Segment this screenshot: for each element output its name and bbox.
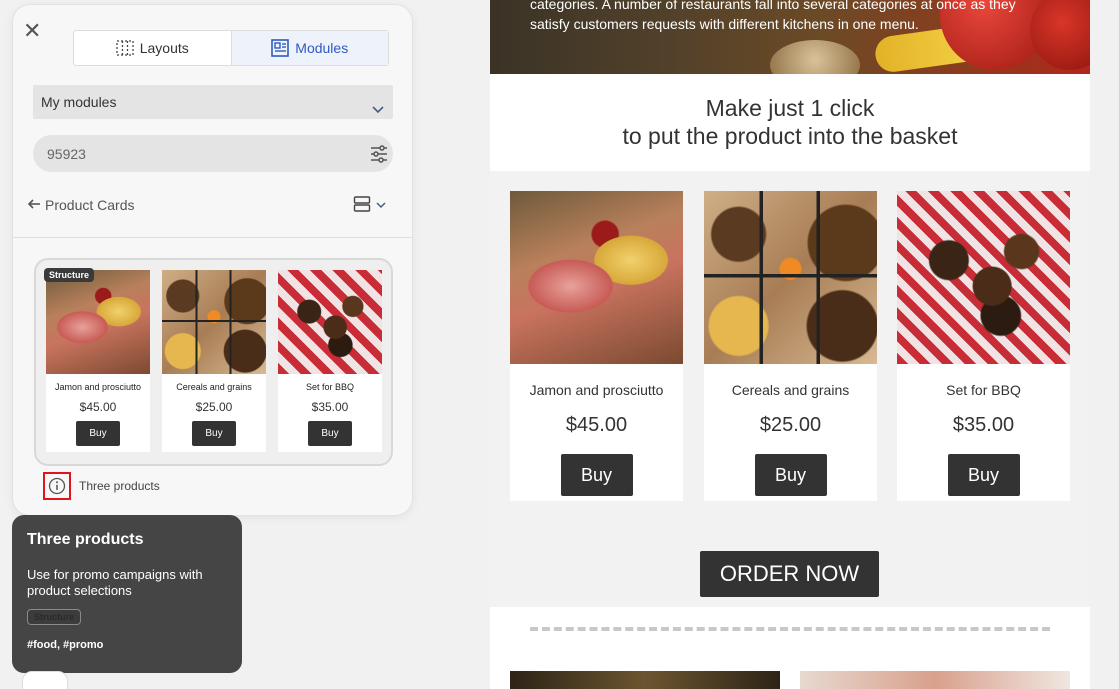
product-name: Cereals and grains — [731, 382, 850, 398]
mini-buy-button: Buy — [192, 421, 236, 446]
filter-sliders-icon[interactable] — [369, 144, 389, 169]
search-field — [33, 135, 393, 172]
tooltip-structure-badge: Structure — [27, 609, 82, 625]
tab-modules-label: Modules — [295, 40, 349, 56]
module-info-row: Three products — [43, 472, 160, 500]
module-info-tooltip: Three products Use for promo campaigns w… — [12, 515, 242, 673]
list-view-icon — [353, 195, 371, 218]
product-grid: Jamon and prosciutto $45.00 Buy Cereals … — [510, 191, 1070, 501]
select-value: My modules — [41, 94, 117, 110]
close-icon[interactable]: ✕ — [23, 19, 43, 43]
headline: Make just 1 click to put the product int… — [490, 74, 1090, 150]
headline-line-2: to put the product into the basket — [622, 123, 958, 149]
arrow-left-icon — [27, 197, 41, 214]
mini-product-image — [278, 270, 382, 374]
module-name-label: Three products — [79, 479, 160, 493]
mini-product-price: $45.00 — [79, 400, 117, 414]
order-now-button[interactable]: ORDER NOW — [700, 551, 879, 597]
mini-product-image — [46, 270, 150, 374]
structure-badge: Structure — [44, 268, 95, 282]
layouts-grid-icon — [116, 40, 134, 56]
hero-text: categories. A number of restaurants fall… — [530, 0, 1016, 32]
modules-panel: ✕ Layouts Modules My modules Prod — [12, 4, 413, 516]
mini-buy-button: Buy — [308, 421, 352, 446]
mini-product-name: Jamon and prosciutto — [54, 382, 142, 392]
product-card: Cereals and grains $25.00 Buy — [704, 191, 877, 501]
buy-button[interactable]: Buy — [754, 454, 827, 496]
product-name: Set for BBQ — [946, 382, 1021, 398]
mini-product-card: Cereals and grains $25.00 Buy — [162, 270, 266, 452]
product-image — [704, 191, 877, 364]
breadcrumb-label: Product Cards — [45, 197, 135, 213]
mini-product-image — [162, 270, 266, 374]
headline-block: Make just 1 click to put the product int… — [490, 74, 1090, 171]
chevron-down-icon — [375, 198, 387, 216]
product-image — [510, 191, 683, 364]
search-input[interactable] — [47, 135, 347, 172]
buy-button[interactable]: Buy — [947, 454, 1020, 496]
breadcrumb[interactable]: Product Cards — [27, 195, 134, 215]
email-preview: categories. A number of restaurants fall… — [490, 0, 1090, 689]
dashed-divider — [530, 627, 1050, 631]
bottom-image-right — [800, 671, 1070, 689]
product-name: Jamon and prosciutto — [529, 382, 664, 398]
mini-product-price: $35.00 — [311, 400, 349, 414]
buy-button[interactable]: Buy — [560, 454, 633, 496]
bottom-toolbar-button[interactable] — [22, 671, 68, 689]
tab-modules[interactable]: Modules — [230, 31, 388, 65]
view-mode-toggle[interactable] — [353, 195, 387, 218]
product-image — [897, 191, 1070, 364]
tab-layouts-label: Layouts — [139, 40, 189, 56]
product-price: $25.00 — [759, 414, 822, 436]
headline-line-1: Make just 1 click — [705, 95, 875, 121]
product-card: Set for BBQ $35.00 Buy — [897, 191, 1070, 501]
chevron-down-icon — [371, 95, 385, 129]
info-icon[interactable] — [43, 472, 71, 500]
mini-product-name: Set for BBQ — [305, 382, 355, 392]
bottom-image-left — [510, 671, 780, 689]
tooltip-description: Use for promo campaigns with product sel… — [27, 567, 203, 598]
modules-source-select[interactable]: My modules — [33, 85, 393, 119]
product-card: Jamon and prosciutto $45.00 Buy — [510, 191, 683, 501]
mini-buy-button: Buy — [76, 421, 120, 446]
product-price: $45.00 — [565, 414, 628, 436]
panel-divider — [13, 237, 412, 238]
mini-product-name: Cereals and grains — [176, 382, 252, 392]
modules-icon — [271, 39, 290, 57]
mini-product-card: Jamon and prosciutto $45.00 Buy — [46, 270, 150, 452]
mini-product-card: Set for BBQ $35.00 Buy — [278, 270, 382, 452]
divider-block — [490, 607, 1090, 689]
tab-layouts[interactable]: Layouts — [74, 31, 231, 65]
tooltip-title: Three products — [27, 531, 144, 548]
product-price: $35.00 — [952, 414, 1015, 436]
panel-tabs: Layouts Modules — [73, 30, 389, 66]
module-preview-card[interactable]: Jamon and prosciutto $45.00 Buy Cereals … — [34, 258, 393, 466]
mini-product-price: $25.00 — [195, 400, 233, 414]
hero-image: categories. A number of restaurants fall… — [490, 0, 1090, 74]
tooltip-tags: #food, #promo — [27, 639, 104, 651]
